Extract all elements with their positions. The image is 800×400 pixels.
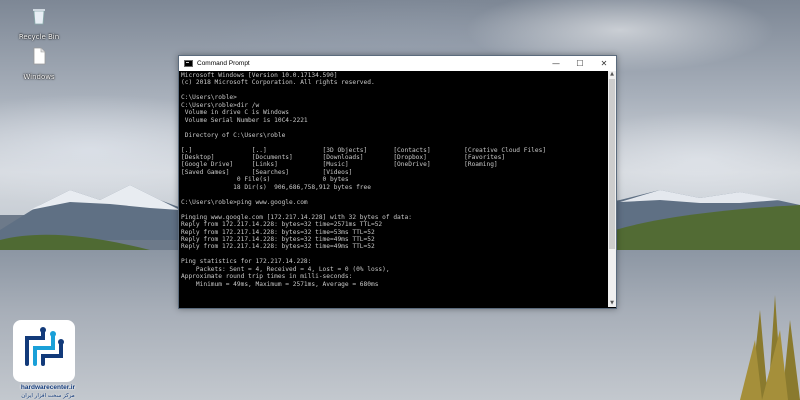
console-line: [.] [..] [3D Objects] [Contacts] [Creati… [181, 146, 547, 154]
console-line: Reply from 172.217.14.228: bytes=32 time… [181, 235, 375, 243]
vertical-scrollbar[interactable]: ▲ ▼ [608, 71, 616, 307]
desktop-icon-recycle-bin[interactable]: Recycle Bin [14, 6, 64, 41]
console-line: Reply from 172.217.14.228: bytes=32 time… [181, 228, 375, 236]
console-icon [184, 60, 193, 67]
recycle-bin-icon [33, 9, 45, 25]
document-icon [33, 47, 46, 65]
console-line: [Saved Games] [Searches] [Videos] [181, 168, 353, 176]
console-line: (c) 2018 Microsoft Corporation. All righ… [181, 79, 375, 87]
console-line: Microsoft Windows [Version 10.0.17134.59… [181, 72, 338, 79]
console-line: C:\Users\roble>dir /w [181, 101, 260, 109]
watermark-logo-box [13, 320, 75, 382]
console-line: Minimum = 49ms, Maximum = 2571ms, Averag… [181, 280, 379, 288]
console-line: 18 Dir(s) 906,686,758,912 bytes free [181, 183, 371, 191]
console-line: 0 File(s) 0 bytes [181, 176, 349, 184]
console-line: Reply from 172.217.14.228: bytes=32 time… [181, 221, 383, 229]
console-line: Volume Serial Number is 10C4-2221 [181, 116, 308, 124]
console-line: [Google Drive] [Links] [Music] [OneDrive… [181, 161, 498, 169]
maximize-button[interactable]: ☐ [568, 56, 592, 71]
console-line: Packets: Sent = 4, Received = 4, Lost = … [181, 265, 390, 273]
console-text: Microsoft Windows [Version 10.0.17134.59… [181, 72, 606, 288]
desktop-icon-label: Windows [23, 73, 55, 81]
close-button[interactable]: ✕ [592, 56, 616, 71]
command-prompt-window[interactable]: Command Prompt — ☐ ✕ Microsoft Windows [… [178, 55, 617, 309]
scroll-down-arrow-icon[interactable]: ▼ [608, 300, 616, 307]
console-line: Volume in drive C is Windows [181, 109, 290, 117]
scroll-thumb[interactable] [609, 79, 615, 249]
watermark-subtitle: مرکز سخت افزار ایران [21, 393, 75, 399]
scroll-up-arrow-icon[interactable]: ▲ [608, 71, 616, 78]
site-watermark: hardwarecenter.ir مرکز سخت افزار ایران [8, 320, 78, 400]
console-line: C:\Users\roble> [181, 94, 237, 102]
desktop-icon-windows[interactable]: Windows [14, 46, 64, 81]
console-line: C:\Users\roble>ping www.google.com [181, 198, 308, 206]
desktop-icon-label: Recycle Bin [18, 33, 60, 41]
minimize-button[interactable]: — [544, 56, 568, 71]
console-line: [Desktop] [Documents] [Downloads] [Dropb… [181, 153, 506, 161]
console-line: Pinging www.google.com [172.217.14.228] … [181, 213, 412, 221]
window-controls: — ☐ ✕ [544, 56, 616, 71]
console-line: Ping statistics for 172.217.14.228: [181, 258, 312, 266]
window-titlebar[interactable]: Command Prompt — ☐ ✕ [179, 56, 616, 71]
console-output[interactable]: Microsoft Windows [Version 10.0.17134.59… [181, 72, 606, 306]
window-title: Command Prompt [197, 60, 250, 67]
console-line: Reply from 172.217.14.228: bytes=32 time… [181, 243, 375, 251]
console-line: Directory of C:\Users\roble [181, 131, 286, 139]
hardwarecenter-logo-icon [25, 327, 64, 366]
watermark-site-name: hardwarecenter.ir [20, 384, 76, 391]
wallpaper-grass [740, 295, 800, 400]
console-line: Approximate round trip times in milli-se… [181, 273, 353, 281]
